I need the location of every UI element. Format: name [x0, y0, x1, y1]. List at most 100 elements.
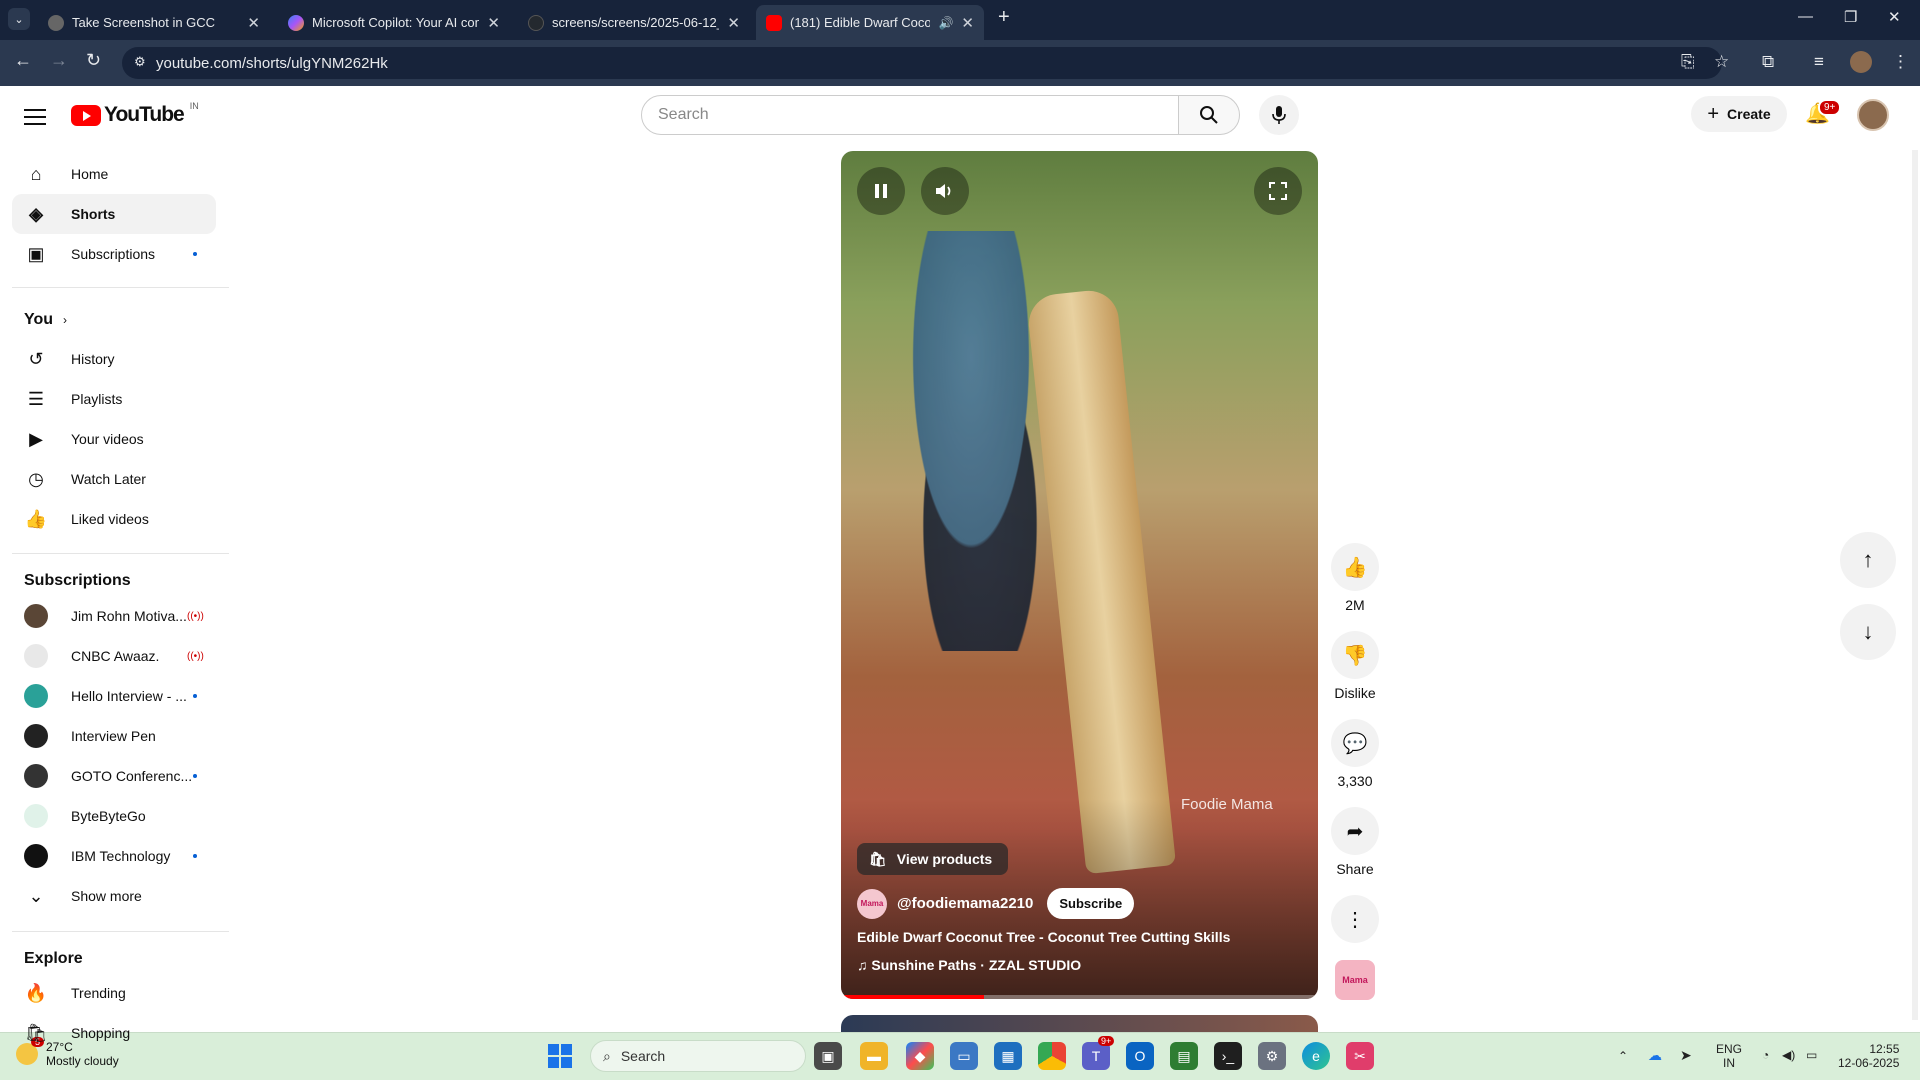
channel-avatar[interactable]: Mama: [857, 888, 887, 919]
more-actions[interactable]: ⋮: [1331, 895, 1379, 943]
app-window-icon[interactable]: ▭: [950, 1042, 978, 1070]
store-icon[interactable]: ◆: [906, 1042, 934, 1070]
sidebar-item-history[interactable]: ↺ History: [12, 339, 216, 379]
sidebar-item-shopping[interactable]: 🛍 Shopping: [12, 1013, 216, 1053]
new-tab-icon[interactable]: +: [998, 6, 1010, 29]
search-input[interactable]: Search: [641, 95, 1179, 135]
sidebar-item-hello-interview[interactable]: Hello Interview - ...: [12, 676, 216, 716]
comments-action[interactable]: 💬 3,330: [1331, 719, 1379, 789]
view-products-button[interactable]: 🛍 View products: [857, 843, 1009, 875]
more-vert-icon[interactable]: ⋮: [1331, 895, 1379, 943]
profile-avatar-icon[interactable]: [1850, 51, 1872, 73]
restore-icon[interactable]: ❐: [1844, 8, 1857, 26]
sidebar-item-watch-later[interactable]: ◷ Watch Later: [12, 459, 216, 499]
tab-3-active[interactable]: (181) Edible Dwarf Coconut 🔊 ✕: [756, 5, 984, 40]
browser-menu-icon[interactable]: ⋮: [1892, 52, 1909, 72]
outlook-icon[interactable]: O: [1126, 1042, 1154, 1070]
search-button[interactable]: [1178, 95, 1240, 135]
youtube-logo[interactable]: YouTube IN: [71, 101, 199, 127]
next-short-preview[interactable]: [841, 1015, 1318, 1033]
tab-search-icon[interactable]: ⌄: [8, 8, 30, 30]
hamburger-menu-icon[interactable]: [24, 104, 46, 130]
language-indicator[interactable]: ENG IN: [1716, 1042, 1742, 1070]
account-avatar[interactable]: [1857, 99, 1889, 131]
edge-icon[interactable]: e: [1302, 1042, 1330, 1070]
close-tab-icon[interactable]: ✕: [487, 14, 500, 32]
dislike-icon[interactable]: 👎: [1331, 631, 1379, 679]
share-action[interactable]: ➦ Share: [1331, 807, 1379, 877]
tab-2[interactable]: screens/screens/2025-06-12_09 ✕: [518, 5, 750, 40]
sidebar-item-ibm-technology[interactable]: IBM Technology: [12, 836, 216, 876]
video-title[interactable]: Edible Dwarf Coconut Tree - Coconut Tree…: [857, 929, 1230, 945]
sidebar-item-playlists[interactable]: ☰ Playlists: [12, 379, 216, 419]
settings-gear-icon[interactable]: ⚙: [1258, 1042, 1286, 1070]
wifi-icon[interactable]: ◔: [1762, 1048, 1769, 1062]
app-photos-icon[interactable]: ▦: [994, 1042, 1022, 1070]
previous-short-button[interactable]: ↑: [1840, 532, 1896, 588]
video-progress-bar[interactable]: [841, 995, 1318, 999]
sidebar-item-subscriptions[interactable]: ▣ Subscriptions: [12, 234, 216, 274]
close-tab-icon[interactable]: ✕: [961, 14, 974, 32]
create-button[interactable]: + Create: [1691, 96, 1787, 132]
voice-search-button[interactable]: [1259, 95, 1299, 135]
start-button[interactable]: [548, 1044, 572, 1068]
task-view-icon[interactable]: ▣: [814, 1042, 842, 1070]
site-info-icon[interactable]: ⚙: [134, 54, 146, 70]
battery-icon[interactable]: ▭: [1806, 1048, 1817, 1062]
pause-button[interactable]: [857, 167, 905, 215]
speaker-icon[interactable]: ◀): [1782, 1048, 1795, 1062]
sidebar-item-trending[interactable]: 🔥 Trending: [12, 973, 216, 1013]
sidebar-item-your-videos[interactable]: ▶ Your videos: [12, 419, 216, 459]
snipping-tool-icon[interactable]: ✂: [1346, 1042, 1374, 1070]
file-explorer-icon[interactable]: ▬: [860, 1042, 888, 1070]
sidebar-item-cnbc-awaaz[interactable]: CNBC Awaaz. ((•)): [12, 636, 216, 676]
tab-1[interactable]: Microsoft Copilot: Your AI comp ✕: [278, 5, 510, 40]
music-info[interactable]: ♫ Sunshine Paths · ZZAL STUDIO: [857, 957, 1081, 973]
terminal-icon[interactable]: ›_: [1214, 1042, 1242, 1070]
fullscreen-button[interactable]: [1254, 167, 1302, 215]
show-more-button[interactable]: ⌄ Show more: [12, 876, 216, 916]
tray-overflow-icon[interactable]: ⌃: [1618, 1049, 1628, 1063]
bookmark-star-icon[interactable]: ☆: [1714, 52, 1729, 72]
clock[interactable]: 12:55 12-06-2025: [1838, 1042, 1899, 1070]
extensions-icon[interactable]: ⧉: [1762, 52, 1774, 72]
sidebar-item-bytebytego[interactable]: ByteByteGo: [12, 796, 216, 836]
sidebar-item-shorts[interactable]: ◈ Shorts: [12, 194, 216, 234]
media-control-icon[interactable]: ≡: [1814, 52, 1824, 72]
audio-playing-icon[interactable]: 🔊: [938, 16, 953, 30]
channel-handle[interactable]: @foodiemama2210: [897, 895, 1033, 912]
next-short-button[interactable]: ↓: [1840, 604, 1896, 660]
like-icon[interactable]: 👍: [1331, 543, 1379, 591]
sidebar-item-liked-videos[interactable]: 👍 Liked videos: [12, 499, 216, 539]
forward-icon[interactable]: →: [50, 50, 68, 71]
reload-icon[interactable]: ↻: [86, 50, 101, 71]
tab-0[interactable]: Take Screenshot in GCC ✕: [38, 5, 270, 40]
page-scrollbar[interactable]: [1912, 150, 1918, 1020]
address-bar[interactable]: ⚙ youtube.com/shorts/ulgYNM262Hk: [122, 47, 1722, 79]
sidebar-item-home[interactable]: ⌂ Home: [12, 154, 216, 194]
location-icon[interactable]: ➤: [1680, 1047, 1692, 1064]
back-icon[interactable]: ←: [14, 50, 32, 71]
chrome-icon[interactable]: [1038, 1042, 1066, 1070]
close-tab-icon[interactable]: ✕: [727, 14, 740, 32]
onedrive-icon[interactable]: ☁: [1648, 1047, 1662, 1064]
like-action[interactable]: 👍 2M: [1331, 543, 1379, 613]
sidebar-item-jim-rohn-motiva[interactable]: Jim Rohn Motiva... ((•)): [12, 596, 216, 636]
sidebar-item-interview-pen[interactable]: Interview Pen: [12, 716, 216, 756]
close-tab-icon[interactable]: ✕: [247, 14, 260, 32]
install-app-icon[interactable]: ⎘: [1681, 52, 1695, 72]
sound-thumbnail[interactable]: Mama: [1335, 960, 1375, 1000]
comment-icon[interactable]: 💬: [1331, 719, 1379, 767]
volume-button[interactable]: [921, 167, 969, 215]
taskbar-search[interactable]: ⌕ Search: [590, 1040, 806, 1072]
sidebar-item-goto-conferenc[interactable]: GOTO Conferenc...: [12, 756, 216, 796]
share-icon[interactable]: ➦: [1331, 807, 1379, 855]
close-window-icon[interactable]: ✕: [1888, 8, 1901, 26]
dislike-action[interactable]: 👎 Dislike: [1331, 631, 1379, 701]
spreadsheet-icon[interactable]: ▤: [1170, 1042, 1198, 1070]
subscribe-button[interactable]: Subscribe: [1047, 888, 1135, 919]
teams-icon[interactable]: T 9+: [1082, 1036, 1115, 1070]
minimize-icon[interactable]: —: [1798, 8, 1813, 25]
shorts-video-player[interactable]: Foodie Mama 🛍 View products Mama @foodie…: [841, 151, 1318, 999]
sidebar-you-header[interactable]: You ›: [12, 300, 216, 340]
